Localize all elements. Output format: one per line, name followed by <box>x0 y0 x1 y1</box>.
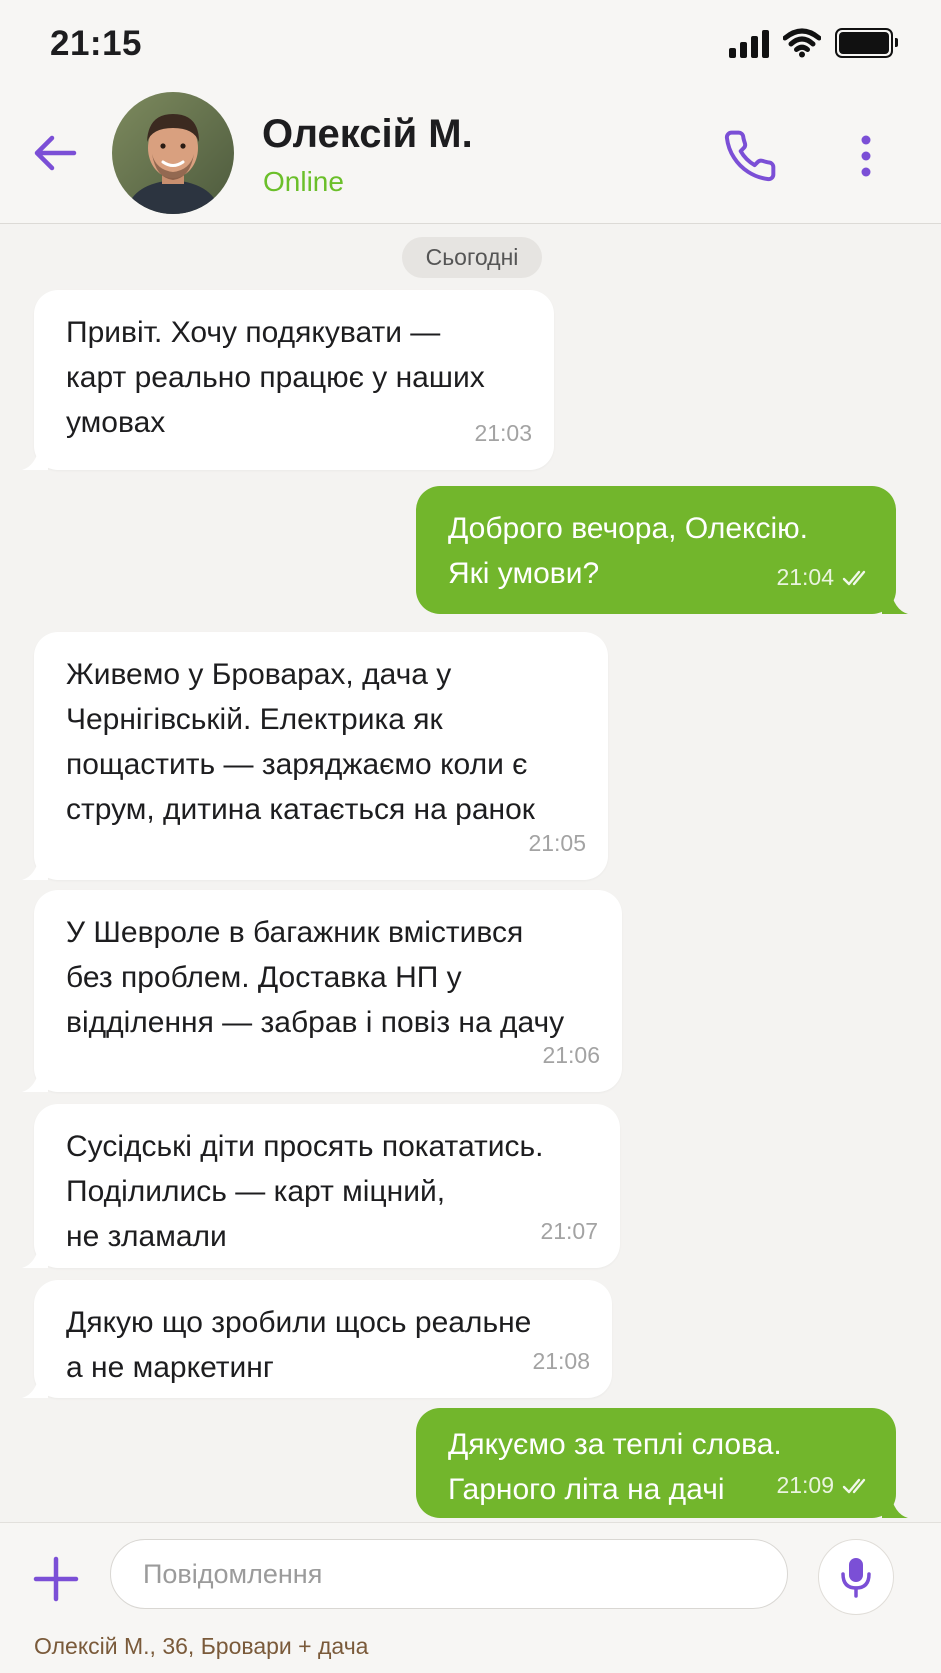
status-bar: 21:15 <box>0 0 941 88</box>
microphone-icon <box>841 1558 871 1598</box>
caption-label: Олексій М., 36, Бровари + дача <box>34 1633 369 1659</box>
plus-icon <box>33 1556 79 1602</box>
message-time: 21:03 <box>474 420 532 446</box>
incoming-message[interactable]: Сусідські діти просять покататись. Поділ… <box>22 1104 620 1268</box>
back-button[interactable] <box>30 128 80 178</box>
bubble-tail <box>22 1372 48 1398</box>
bubble-tail <box>882 1492 908 1518</box>
bubble-tail <box>22 1066 48 1092</box>
contact-status: Online <box>263 166 344 197</box>
incoming-message[interactable]: У Шевроле в багажник вмістився без пробл… <box>22 890 622 1092</box>
voice-message-button[interactable] <box>818 1539 894 1615</box>
incoming-message[interactable]: Привіт. Хочу подякувати — карт реально п… <box>22 290 554 470</box>
double-check-icon <box>842 1478 866 1493</box>
incoming-message[interactable]: Живемо у Броварах, дача у Чернігівській.… <box>22 632 608 880</box>
attach-button[interactable] <box>30 1553 82 1605</box>
message-meta: 21:04 <box>776 555 874 600</box>
incoming-message[interactable]: Дякую що зробили щось реальне а не марке… <box>22 1280 612 1398</box>
bubble-tail <box>882 588 908 614</box>
contact-avatar[interactable] <box>112 92 234 214</box>
message-text: Живемо у Броварах, дача у Чернігівській.… <box>66 658 535 826</box>
call-button[interactable] <box>722 128 778 184</box>
contact-name[interactable]: Олексій М. <box>262 112 473 157</box>
message-meta: 21:05 <box>528 821 586 866</box>
message-time: 21:07 <box>540 1218 598 1244</box>
message-text: Привіт. Хочу подякувати — карт реально п… <box>66 316 485 439</box>
status-icons <box>729 28 898 58</box>
status-time: 21:15 <box>50 24 143 63</box>
arrow-left-icon <box>34 135 77 171</box>
message-meta: 21:08 <box>532 1339 590 1384</box>
date-separator: Сьогодні <box>402 237 542 278</box>
message-time: 21:04 <box>776 564 834 590</box>
message-time: 21:08 <box>532 1348 590 1374</box>
message-time: 21:05 <box>528 830 586 856</box>
double-check-icon <box>842 570 866 585</box>
avatar-photo <box>112 92 234 214</box>
cellular-signal-icon <box>729 28 769 58</box>
battery-icon <box>835 28 898 58</box>
message-input[interactable] <box>110 1539 788 1609</box>
message-text: У Шевроле в багажник вмістився без пробл… <box>66 916 565 1039</box>
wifi-icon <box>783 28 821 58</box>
message-text: Сусідські діти просять покататись. Поділ… <box>66 1130 544 1253</box>
more-vertical-icon <box>861 135 871 177</box>
message-meta: 21:03 <box>474 411 532 456</box>
bubble-tail <box>22 1242 48 1268</box>
message-time: 21:06 <box>542 1042 600 1068</box>
message-meta: 21:09 <box>776 1463 874 1508</box>
message-meta: 21:06 <box>542 1033 600 1078</box>
message-composer: Олексій М., 36, Бровари + дача <box>0 1522 941 1673</box>
message-meta: 21:07 <box>540 1209 598 1254</box>
bubble-tail <box>22 444 48 470</box>
outgoing-message[interactable]: Дякуємо за теплі слова. Гарного літа на … <box>416 1408 908 1518</box>
message-time: 21:09 <box>776 1472 834 1498</box>
bubble-tail <box>22 854 48 880</box>
more-options-button[interactable] <box>850 132 882 180</box>
phone-icon <box>724 130 776 182</box>
outgoing-message[interactable]: Доброго вечора, Олексію. Які умови? 21:0… <box>416 486 908 614</box>
chat-header: Олексій М. Online <box>0 88 941 224</box>
message-text: Дякую що зробили щось реальне а не марке… <box>66 1306 532 1384</box>
